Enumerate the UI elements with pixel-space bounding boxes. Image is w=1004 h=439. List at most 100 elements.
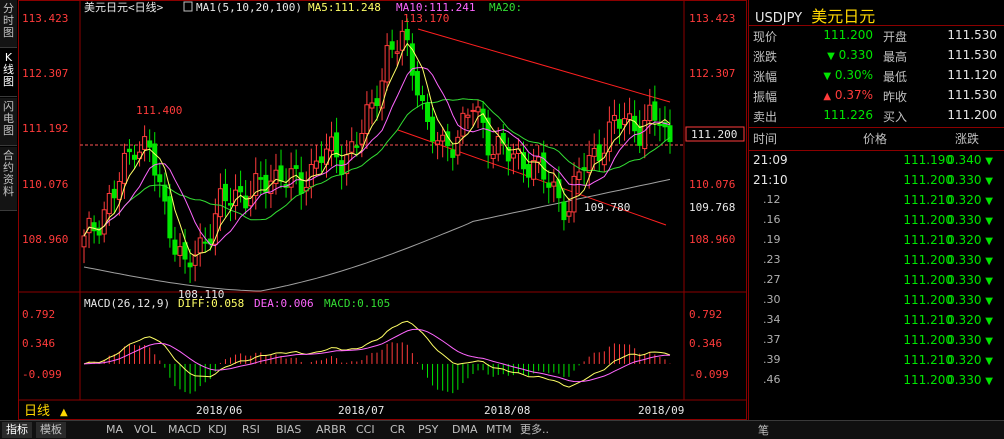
tick-row[interactable]: 21:10 111.200 0.330 ▼ (749, 173, 1004, 193)
quote-label-right: 最低 (883, 70, 908, 84)
candle (495, 135, 501, 155)
kline-chart-svg[interactable]: 美元日元<日线> MA1(5,10,20,100) MA5:111.248 MA… (18, 0, 747, 420)
arrow-down-icon: ▼ (985, 236, 993, 247)
candle (318, 156, 324, 163)
date-2018-09: 2018/09 (638, 404, 684, 417)
candle (419, 95, 425, 102)
tab-kdj[interactable]: KDJ (204, 422, 231, 438)
quote-label-left: 振幅 (753, 90, 778, 104)
candle (450, 149, 456, 158)
tab-timeshare-label: 分时图 (3, 2, 14, 39)
date-2018-06: 2018/06 (196, 404, 242, 417)
tick-row[interactable]: .12 111.210 0.320 ▼ (749, 193, 1004, 213)
tab-arbr[interactable]: ARBR (312, 422, 350, 438)
tick-price: 111.200 (903, 273, 953, 287)
tab-dma[interactable]: DMA (448, 422, 482, 438)
arrow-down-icon: ▼ (985, 176, 993, 187)
candle (187, 262, 193, 268)
tab-rsi[interactable]: RSI (238, 422, 264, 438)
tab-flash[interactable]: 闪电图 (0, 98, 17, 146)
tick-time: .46 (763, 373, 781, 386)
tick-row[interactable]: .34 111.210 0.320 ▼ (749, 313, 1004, 333)
quote-label-right: 最高 (883, 50, 908, 64)
tick-price: 111.200 (903, 173, 953, 187)
tick-row[interactable]: 21:09 111.190 0.340 ▼ (749, 153, 1004, 173)
tick-time: .37 (763, 333, 781, 346)
candle (238, 186, 244, 193)
candle (622, 118, 628, 125)
quote-value-left-text: 111.200 (823, 28, 873, 42)
tick-row[interactable]: .19 111.210 0.320 ▼ (749, 233, 1004, 253)
tick-change-text: 0.330 (947, 373, 982, 387)
tab-more[interactable]: 更多.. (516, 422, 553, 438)
candle (167, 196, 173, 239)
tick-row[interactable]: .39 111.210 0.320 ▼ (749, 353, 1004, 373)
price-annotations: 113.170 111.400 108.110 109.780 (136, 12, 630, 301)
candle (440, 134, 446, 142)
tick-row[interactable]: .23 111.200 0.330 ▼ (749, 253, 1004, 273)
kline-chart[interactable]: 美元日元<日线> MA1(5,10,20,100) MA5:111.248 MA… (18, 0, 747, 420)
tab-psy[interactable]: PSY (414, 422, 442, 438)
candle (425, 102, 431, 123)
candle (647, 104, 653, 122)
period-label[interactable]: 日线 (24, 404, 50, 419)
candle (177, 246, 183, 256)
tick-change: 0.330 ▼ (945, 293, 993, 307)
candle (435, 140, 441, 145)
tick-footer-label[interactable]: 笔 (758, 422, 769, 438)
tick-row[interactable]: .16 111.200 0.330 ▼ (749, 213, 1004, 233)
left-tick-2: 111.192 (22, 122, 68, 135)
channel-upper-line (417, 28, 671, 103)
candle (313, 160, 319, 169)
quote-value-left: ▼ 0.330 (801, 48, 873, 62)
tab-timeshare[interactable]: 分时图 (0, 0, 17, 48)
tick-price: 111.200 (903, 333, 953, 347)
tick-change: 0.330 ▼ (945, 213, 993, 227)
tick-time: .39 (763, 353, 781, 366)
tab-cr[interactable]: CR (386, 422, 409, 438)
candle (455, 136, 461, 156)
candle (561, 201, 567, 221)
candle (551, 181, 557, 187)
arrow-down-icon: ▼ (985, 196, 993, 207)
legend-ma-params: MA1(5,10,20,100) (196, 1, 302, 14)
candle (596, 144, 602, 162)
candle (470, 109, 476, 112)
tick-time: 21:10 (753, 173, 788, 187)
tab-kline[interactable]: K线图 (0, 49, 17, 97)
tab-templates[interactable]: 模板 (36, 422, 66, 438)
candle (152, 143, 158, 176)
candle (399, 30, 405, 51)
tab-macd[interactable]: MACD (164, 422, 205, 438)
tab-indicators[interactable]: 指标 (2, 422, 32, 438)
period-dropdown-icon[interactable]: ▲ (60, 407, 68, 418)
quote-row: 涨跌 ▼ 0.330 最高 111.530 (749, 48, 1004, 67)
tick-footer: 笔 (748, 420, 1004, 439)
macd-right-tick-1: 0.346 (689, 337, 722, 350)
legend-ma20: MA20: (489, 1, 522, 14)
tab-vol[interactable]: VOL (130, 422, 160, 438)
candle (339, 160, 345, 176)
tick-change-text: 0.320 (947, 233, 982, 247)
candle (414, 71, 420, 96)
candle (91, 222, 97, 232)
tab-contract-info[interactable]: 合约资料 (0, 147, 17, 211)
tick-row[interactable]: .30 111.200 0.330 ▼ (749, 293, 1004, 313)
tick-row[interactable]: .46 111.200 0.330 ▼ (749, 373, 1004, 393)
date-2018-07: 2018/07 (338, 404, 384, 417)
tick-change-text: 0.340 (947, 153, 982, 167)
period-selector[interactable]: 日线 ▲ (24, 404, 68, 419)
tab-cci[interactable]: CCI (352, 422, 379, 438)
tab-mtm[interactable]: MTM (482, 422, 516, 438)
quote-value-right: 111.530 (947, 28, 997, 42)
tick-header-time: 时间 (753, 132, 778, 146)
tab-bias[interactable]: BIAS (272, 422, 305, 438)
tick-row[interactable]: .27 111.200 0.330 ▼ (749, 273, 1004, 293)
candle (526, 164, 532, 178)
legend-toggle-icon[interactable] (183, 1, 193, 12)
arrow-down-icon: ▼ (985, 356, 993, 367)
tick-row[interactable]: .37 111.200 0.330 ▼ (749, 333, 1004, 353)
tab-ma[interactable]: MA (102, 422, 127, 438)
macd-value: MACD:0.105 (324, 297, 390, 310)
quote-row: 卖出 111.226 买入 111.200 (749, 108, 1004, 127)
